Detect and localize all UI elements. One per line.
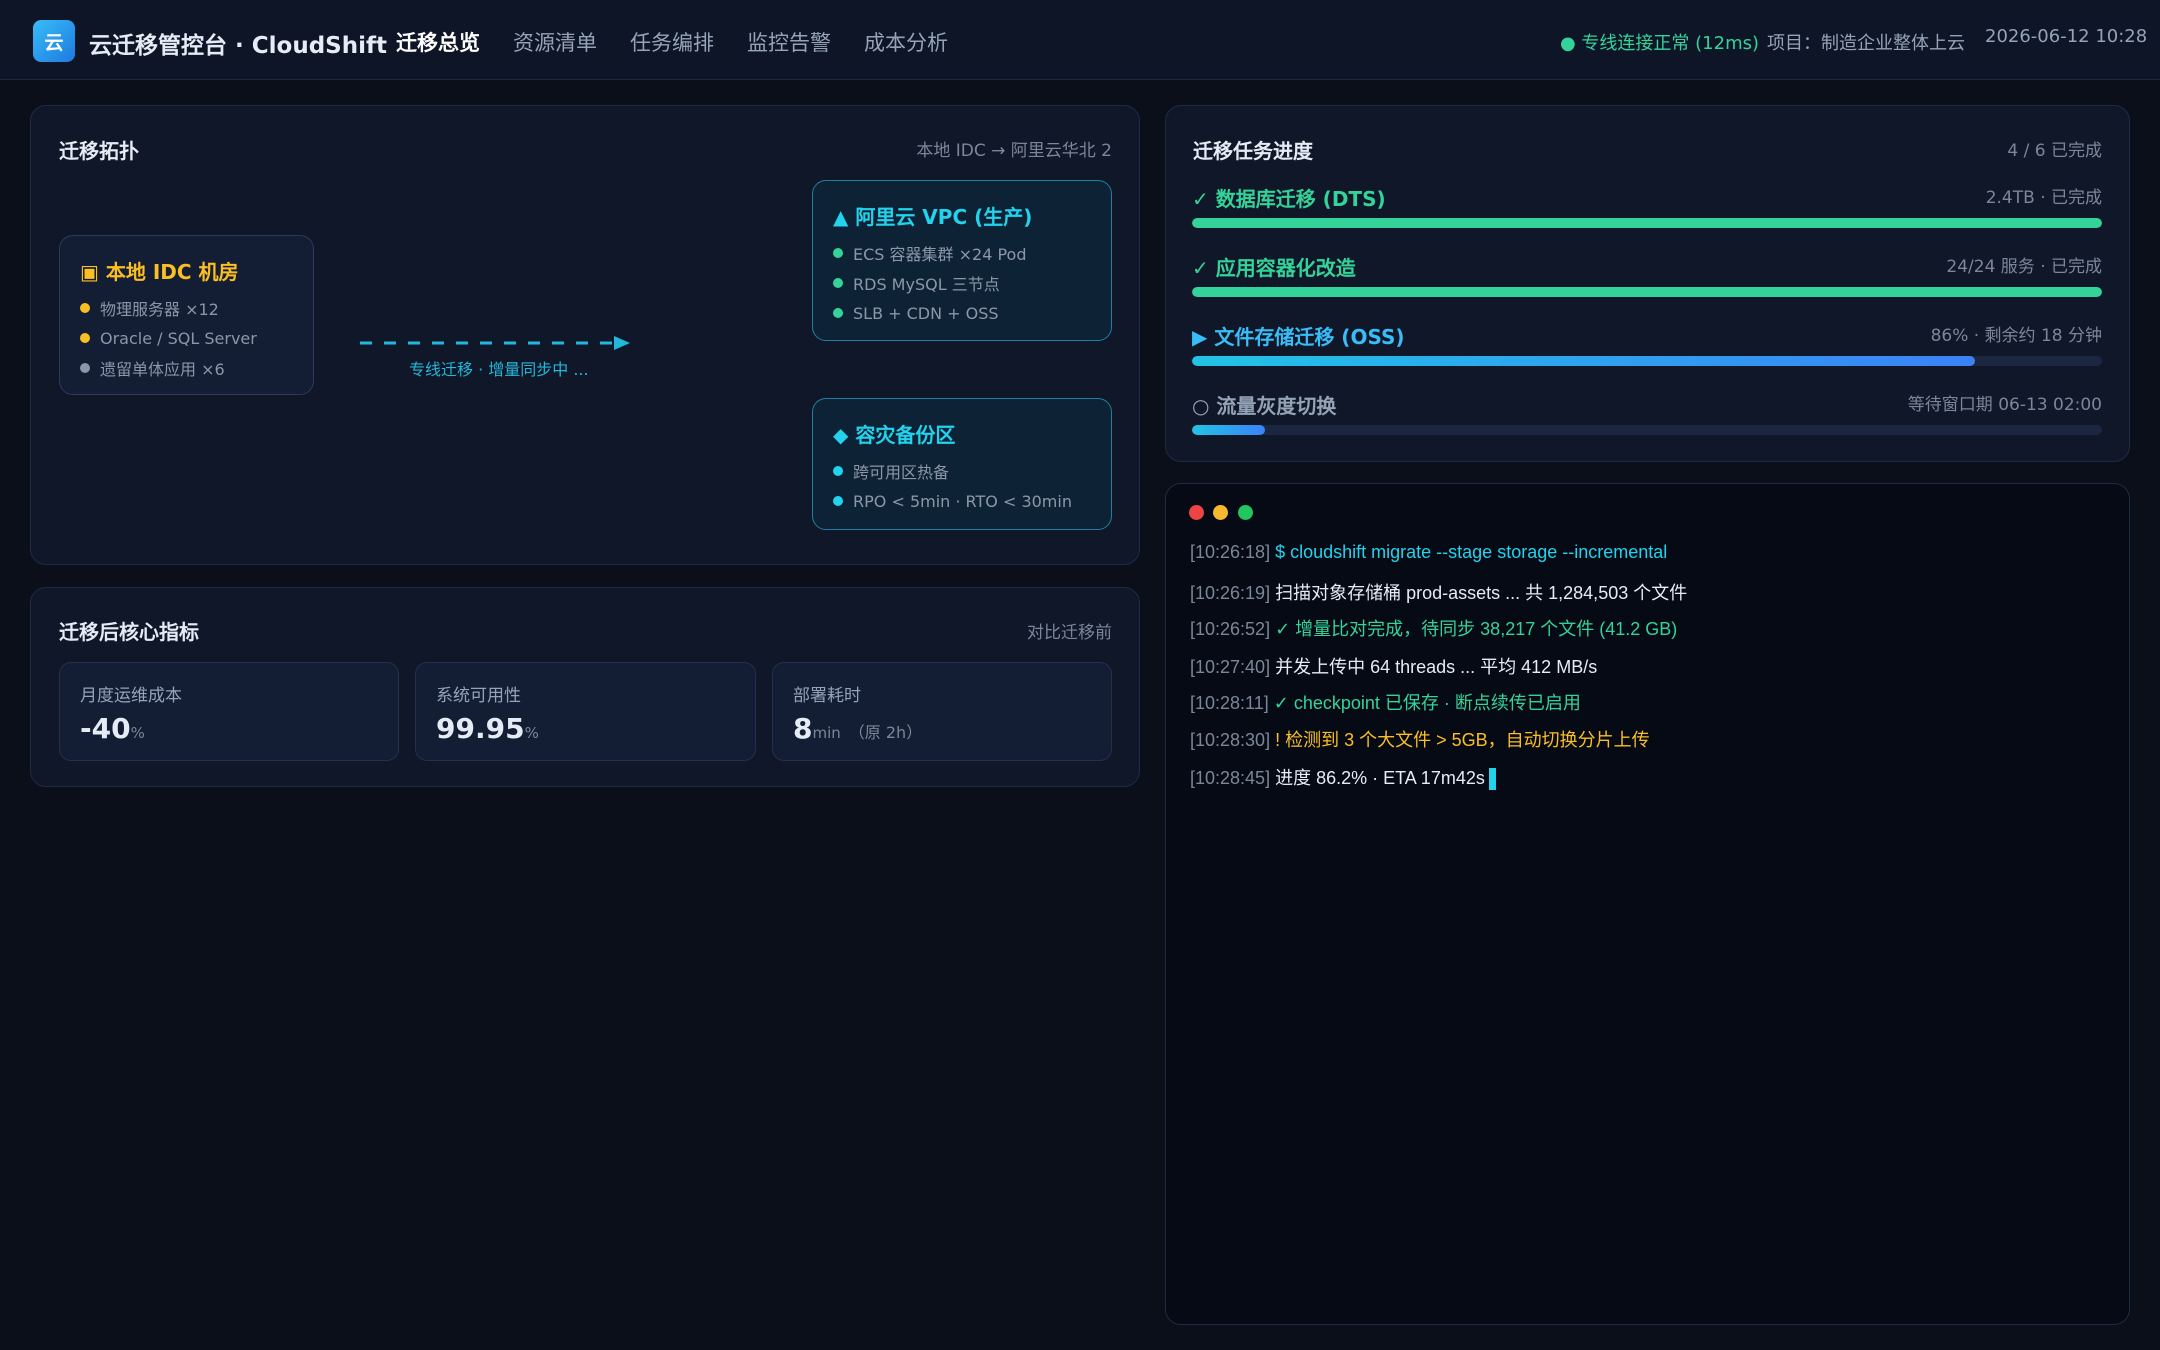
source-item: Oracle / SQL Server <box>80 323 293 353</box>
task-name: ▶ 文件存储迁移 (OSS) <box>1192 325 1405 349</box>
terminal-panel[interactable] <box>1165 483 2130 1325</box>
window-close-icon[interactable] <box>1189 505 1204 520</box>
disaster-recovery-node[interactable]: ◆ 容灾备份区 跨可用区热备 RPO < 5min · RTO < 30min <box>812 398 1112 530</box>
target-vpc-node[interactable]: ▲ 阿里云 VPC (生产) ECS 容器集群 ×24 Pod RDS MySQ… <box>812 180 1112 341</box>
status-dot <box>833 466 843 476</box>
log-line: [10:26:18] $ cloudshift migrate --stage … <box>1190 542 1668 562</box>
target-item: RDS MySQL 三节点 <box>833 268 1091 298</box>
task-name: ✓ 应用容器化改造 <box>1192 256 1356 280</box>
top-header: 云 云迁移管控台 · CloudShift 迁移总览 资源清单 任务编排 监控告… <box>0 0 2160 80</box>
target-item: 跨可用区热备 <box>833 456 1091 486</box>
status-dot <box>833 248 843 258</box>
metrics-title: 迁移后核心指标 <box>59 620 199 644</box>
source-idc-node[interactable]: ▣ 本地 IDC 机房 物理服务器 ×12 Oracle / SQL Serve… <box>59 235 314 395</box>
source-idc-title: ▣ 本地 IDC 机房 <box>80 260 239 284</box>
nav-orchestration[interactable]: 任务编排 <box>630 27 714 57</box>
status-dot <box>80 363 90 373</box>
topology-title: 迁移拓扑 <box>59 139 139 163</box>
current-datetime: 2026-06-12 10:28 <box>1985 26 2148 47</box>
app-title: 云迁移管控台 · CloudShift <box>89 33 387 59</box>
disaster-recovery-title: ◆ 容灾备份区 <box>833 423 956 447</box>
connection-status: ● 专线连接正常 (12ms) <box>1560 33 1760 54</box>
metric-value: 8min （原 2h） <box>793 712 923 745</box>
metric-value: -40% <box>80 712 145 745</box>
project-label[interactable]: 项目：制造企业整体上云 <box>1767 29 1965 55</box>
progress-fill <box>1192 425 1265 435</box>
status-dot <box>80 333 90 343</box>
metric-value: 99.95% <box>436 712 539 745</box>
window-maximize-icon[interactable] <box>1238 505 1253 520</box>
progress-summary: 4 / 6 已完成 <box>2007 141 2102 161</box>
task-status: 等待窗口期 06-13 02:00 <box>1907 395 2102 415</box>
metric-card-availability[interactable]: 系统可用性 99.95% <box>415 662 756 761</box>
nav-monitoring[interactable]: 监控告警 <box>747 27 831 57</box>
status-dot <box>833 308 843 318</box>
log-line: [10:28:45] 进度 86.2% · ETA 17m42s <box>1190 764 1496 791</box>
log-line: [10:27:40] 并发上传中 64 threads ... 平均 412 M… <box>1190 657 1598 677</box>
progress-fill <box>1192 287 2102 297</box>
target-item: RPO < 5min · RTO < 30min <box>833 486 1091 516</box>
target-item: SLB + CDN + OSS <box>833 298 1091 328</box>
task-name: ✓ 数据库迁移 (DTS) <box>1192 187 1386 211</box>
progress-track <box>1192 425 2102 435</box>
target-vpc-title: ▲ 阿里云 VPC (生产) <box>833 205 1033 229</box>
app-logo[interactable]: 云 <box>33 20 75 62</box>
nav-resources[interactable]: 资源清单 <box>513 27 597 57</box>
status-dot <box>80 303 90 313</box>
status-dot <box>833 496 843 506</box>
metrics-compare-note: 对比迁移前 <box>1027 623 1112 643</box>
metric-card-cost[interactable]: 月度运维成本 -40% <box>59 662 399 761</box>
topology-route: 本地 IDC → 阿里云华北 2 <box>916 141 1112 161</box>
source-item: 物理服务器 ×12 <box>80 293 293 323</box>
metric-label: 系统可用性 <box>436 686 521 706</box>
migration-link-arrow <box>360 336 630 350</box>
task-status: 24/24 服务 · 已完成 <box>1946 257 2102 277</box>
progress-track <box>1192 287 2102 297</box>
log-line: [10:26:19] 扫描对象存储桶 prod-assets ... 共 1,2… <box>1190 583 1688 603</box>
terminal-cursor <box>1488 768 1496 791</box>
task-status: 2.4TB · 已完成 <box>1985 188 2102 208</box>
log-line: [10:28:11] ✓ checkpoint 已保存 · 断点续传已启用 <box>1190 693 1581 713</box>
window-minimize-icon[interactable] <box>1213 505 1228 520</box>
nav-overview[interactable]: 迁移总览 <box>396 27 480 57</box>
progress-fill <box>1192 356 1975 366</box>
progress-track <box>1192 218 2102 228</box>
progress-fill <box>1192 218 2102 228</box>
target-item: ECS 容器集群 ×24 Pod <box>833 238 1091 268</box>
metric-label: 部署耗时 <box>793 686 861 706</box>
log-line: [10:26:52] ✓ 增量比对完成，待同步 38,217 个文件 (41.2… <box>1190 619 1678 639</box>
progress-track <box>1192 356 2102 366</box>
metric-label: 月度运维成本 <box>80 686 182 706</box>
task-name: ○ 流量灰度切换 <box>1192 394 1337 418</box>
status-dot <box>833 278 843 288</box>
source-item: 遗留单体应用 ×6 <box>80 353 293 383</box>
migration-link-label: 专线迁移 · 增量同步中 ... <box>409 360 589 379</box>
nav-cost[interactable]: 成本分析 <box>864 27 948 57</box>
log-line: [10:28:30] ! 检测到 3 个大文件 > 5GB，自动切换分片上传 <box>1190 730 1650 750</box>
task-status: 86% · 剩余约 18 分钟 <box>1930 326 2102 346</box>
metric-card-deploy-time[interactable]: 部署耗时 8min （原 2h） <box>772 662 1112 761</box>
progress-title: 迁移任务进度 <box>1193 139 1313 163</box>
